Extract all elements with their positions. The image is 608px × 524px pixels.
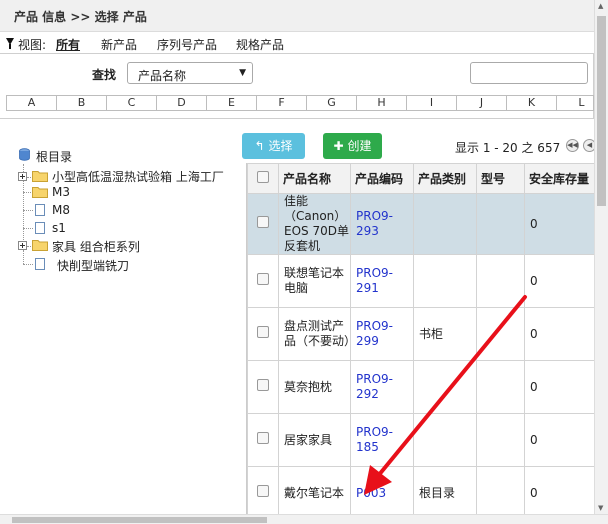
scroll-down-icon[interactable]: ▼ bbox=[598, 504, 603, 512]
annotation-arrow bbox=[364, 295, 527, 495]
scroll-thumb[interactable] bbox=[597, 16, 606, 206]
scroll-up-icon[interactable]: ▲ bbox=[598, 2, 603, 10]
vertical-scrollbar[interactable]: ▲ ▼ bbox=[594, 0, 608, 514]
scroll-thumb[interactable] bbox=[12, 517, 267, 523]
select-product-page: 产品 信息 >> 选择 产品 视图: 所有 新产品 序列号产品 规格产品 查找 … bbox=[0, 0, 608, 524]
horizontal-scrollbar[interactable] bbox=[0, 514, 608, 524]
